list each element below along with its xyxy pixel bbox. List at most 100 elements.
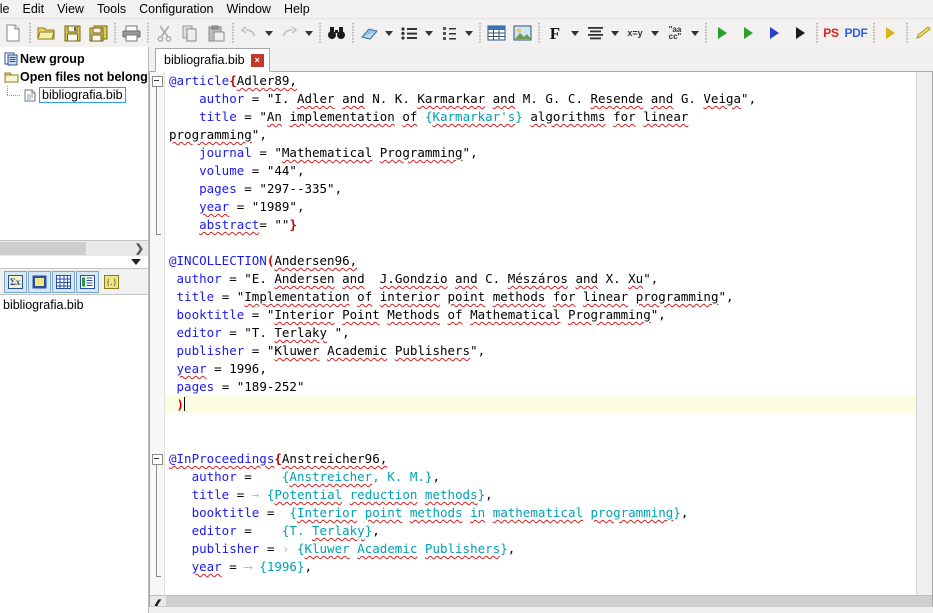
tab-bibliografia-bib[interactable]: bibliografia.bib × — [155, 48, 270, 72]
code-line[interactable]: programming", — [169, 126, 916, 144]
code-line[interactable]: publisher = "Kluwer Academic Publishers"… — [169, 342, 916, 360]
sidebar-scroll-right-arrow[interactable]: ❯ — [135, 242, 144, 255]
code-line[interactable]: title = → {Potential reduction methods}, — [169, 486, 916, 504]
latex-book-icon[interactable] — [356, 20, 382, 46]
code-line[interactable]: editor = "T. Terlaky ", — [169, 324, 916, 342]
save-file-icon[interactable] — [59, 20, 85, 46]
code-line[interactable]: title = "An implementation of {Karmarkar… — [169, 108, 916, 126]
code-line[interactable]: @article{Adler89, — [169, 72, 916, 90]
tree-item-bibliografia[interactable]: bibliografia.bib — [0, 86, 148, 104]
menu-view[interactable]: View — [51, 1, 91, 17]
menu-tools[interactable]: Tools — [91, 1, 133, 17]
files-view-button[interactable] — [28, 270, 51, 293]
code-token: of — [357, 289, 373, 304]
menu-window[interactable]: Window — [220, 1, 277, 17]
font-dropdown-caret-icon[interactable] — [568, 20, 582, 46]
code-line[interactable]: year = 1996, — [169, 360, 916, 378]
redo-dropdown-caret-icon[interactable] — [302, 20, 316, 46]
run-latex-icon[interactable] — [735, 20, 761, 46]
open-file-item[interactable]: bibliografia.bib — [3, 298, 84, 312]
close-icon[interactable]: × — [250, 53, 264, 67]
menu-help[interactable]: Help — [278, 1, 317, 17]
font-style-icon[interactable]: F — [542, 20, 568, 46]
menu-edit[interactable]: Edit — [17, 1, 52, 17]
quotes-icon[interactable]: "aa cc" — [662, 20, 688, 46]
code-line[interactable] — [169, 414, 916, 432]
list-dropdown-caret-icon[interactable] — [422, 20, 436, 46]
sidebar-horizontal-scrollbar[interactable]: ❯ — [0, 240, 148, 256]
code-line[interactable]: abstract= ""} — [169, 216, 916, 234]
code-line[interactable]: year = "1989", — [169, 198, 916, 216]
view-ps-icon[interactable] — [877, 20, 903, 46]
find-icon[interactable] — [323, 20, 349, 46]
code-line[interactable]: pages = "189-252" — [169, 378, 916, 396]
list-environment-icon[interactable] — [396, 20, 422, 46]
code-token: ", — [327, 325, 350, 340]
sidebar-expand-row[interactable] — [0, 256, 148, 268]
undo-icon[interactable] — [236, 20, 262, 46]
code-line[interactable]: volume = "44", — [169, 162, 916, 180]
undo-dropdown-caret-icon[interactable] — [262, 20, 276, 46]
code-line[interactable]: @InProceedings{Anstreicher96, — [169, 450, 916, 468]
code-line[interactable]: author = "E. Andersen and J.Gondzio and … — [169, 270, 916, 288]
insert-graphic-icon[interactable] — [509, 20, 535, 46]
editor-viewport[interactable]: @article{Adler89, author = "I. Adler and… — [150, 72, 932, 595]
code-line[interactable]: author = {Anstreicher, K. M.}, — [169, 468, 916, 486]
cut-icon[interactable] — [151, 20, 177, 46]
code-line[interactable] — [169, 234, 916, 252]
tree-dropdown-caret-icon[interactable] — [462, 20, 476, 46]
print-icon[interactable] — [118, 20, 144, 46]
next-step-icon[interactable] — [787, 20, 813, 46]
fold-collapse-icon[interactable] — [152, 454, 163, 465]
code-line[interactable]: title = "Implementation of interior poin… — [169, 288, 916, 306]
view-dvi-icon[interactable] — [761, 20, 787, 46]
code-line[interactable]: journal = "Mathematical Programming", — [169, 144, 916, 162]
dvi-to-ps-icon[interactable]: PS — [820, 20, 842, 46]
fold-range-line — [156, 86, 157, 234]
quotes-dropdown-caret-icon[interactable] — [688, 20, 702, 46]
insert-table-icon[interactable] — [483, 20, 509, 46]
fold-collapse-icon[interactable] — [152, 76, 163, 87]
symbols-view-button[interactable] — [76, 270, 99, 293]
editor-vertical-scrollbar[interactable] — [916, 72, 932, 595]
folding-gutter[interactable] — [150, 72, 165, 595]
math-dropdown-caret-icon[interactable] — [648, 20, 662, 46]
sidebar-scroll-thumb[interactable] — [0, 242, 86, 255]
code-line[interactable]: pages = "297--335", — [169, 180, 916, 198]
code-area[interactable]: @article{Adler89, author = "I. Adler and… — [165, 72, 916, 595]
clean-icon[interactable] — [910, 20, 933, 46]
book-dropdown-caret-icon[interactable] — [382, 20, 396, 46]
save-all-icon[interactable] — [85, 20, 111, 46]
structure-view-button[interactable]: Σx — [4, 270, 27, 293]
tree-item-new-group[interactable]: New group — [0, 50, 148, 68]
paragraph-align-icon[interactable] — [582, 20, 608, 46]
menu-configuration[interactable]: Configuration — [133, 1, 220, 17]
menu-file[interactable]: ile — [0, 1, 17, 17]
new-file-icon[interactable] — [0, 20, 26, 46]
bibliography-tree-icon[interactable] — [436, 20, 462, 46]
build-quick-icon[interactable] — [709, 20, 735, 46]
code-line[interactable]: ) — [169, 396, 916, 414]
paste-icon[interactable] — [203, 20, 229, 46]
open-file-icon[interactable] — [33, 20, 59, 46]
redo-icon[interactable] — [276, 20, 302, 46]
code-line[interactable]: year = ⟶ {1996}, — [169, 558, 916, 576]
menu-help-label: Help — [283, 2, 310, 16]
code-line[interactable]: editor = {T. Terlaky}, — [169, 522, 916, 540]
copy-icon[interactable] — [177, 20, 203, 46]
align-dropdown-caret-icon[interactable] — [608, 20, 622, 46]
code-line[interactable]: @INCOLLECTION(Andersen96, — [169, 252, 916, 270]
code-line[interactable]: author = "I. Adler and N. K. Karmarkar a… — [169, 90, 916, 108]
math-mode-icon[interactable]: x=y — [622, 20, 648, 46]
snippets-view-button[interactable]: {.} — [100, 270, 123, 293]
grid-view-button[interactable] — [52, 270, 75, 293]
text-editor[interactable]: @article{Adler89, author = "I. Adler and… — [149, 72, 933, 613]
dvi-to-pdf-icon[interactable]: PDF — [842, 20, 870, 46]
code-line[interactable] — [169, 432, 916, 450]
code-line[interactable]: booktitle = {Interior point methods in m… — [169, 504, 916, 522]
file-icon — [21, 89, 38, 102]
tree-item-open-files[interactable]: Open files not belonging — [0, 68, 148, 86]
chevron-down-icon[interactable] — [131, 259, 141, 265]
code-line[interactable]: booktitle = "Interior Point Methods of M… — [169, 306, 916, 324]
code-line[interactable]: publisher = › {Kluwer Academic Publisher… — [169, 540, 916, 558]
